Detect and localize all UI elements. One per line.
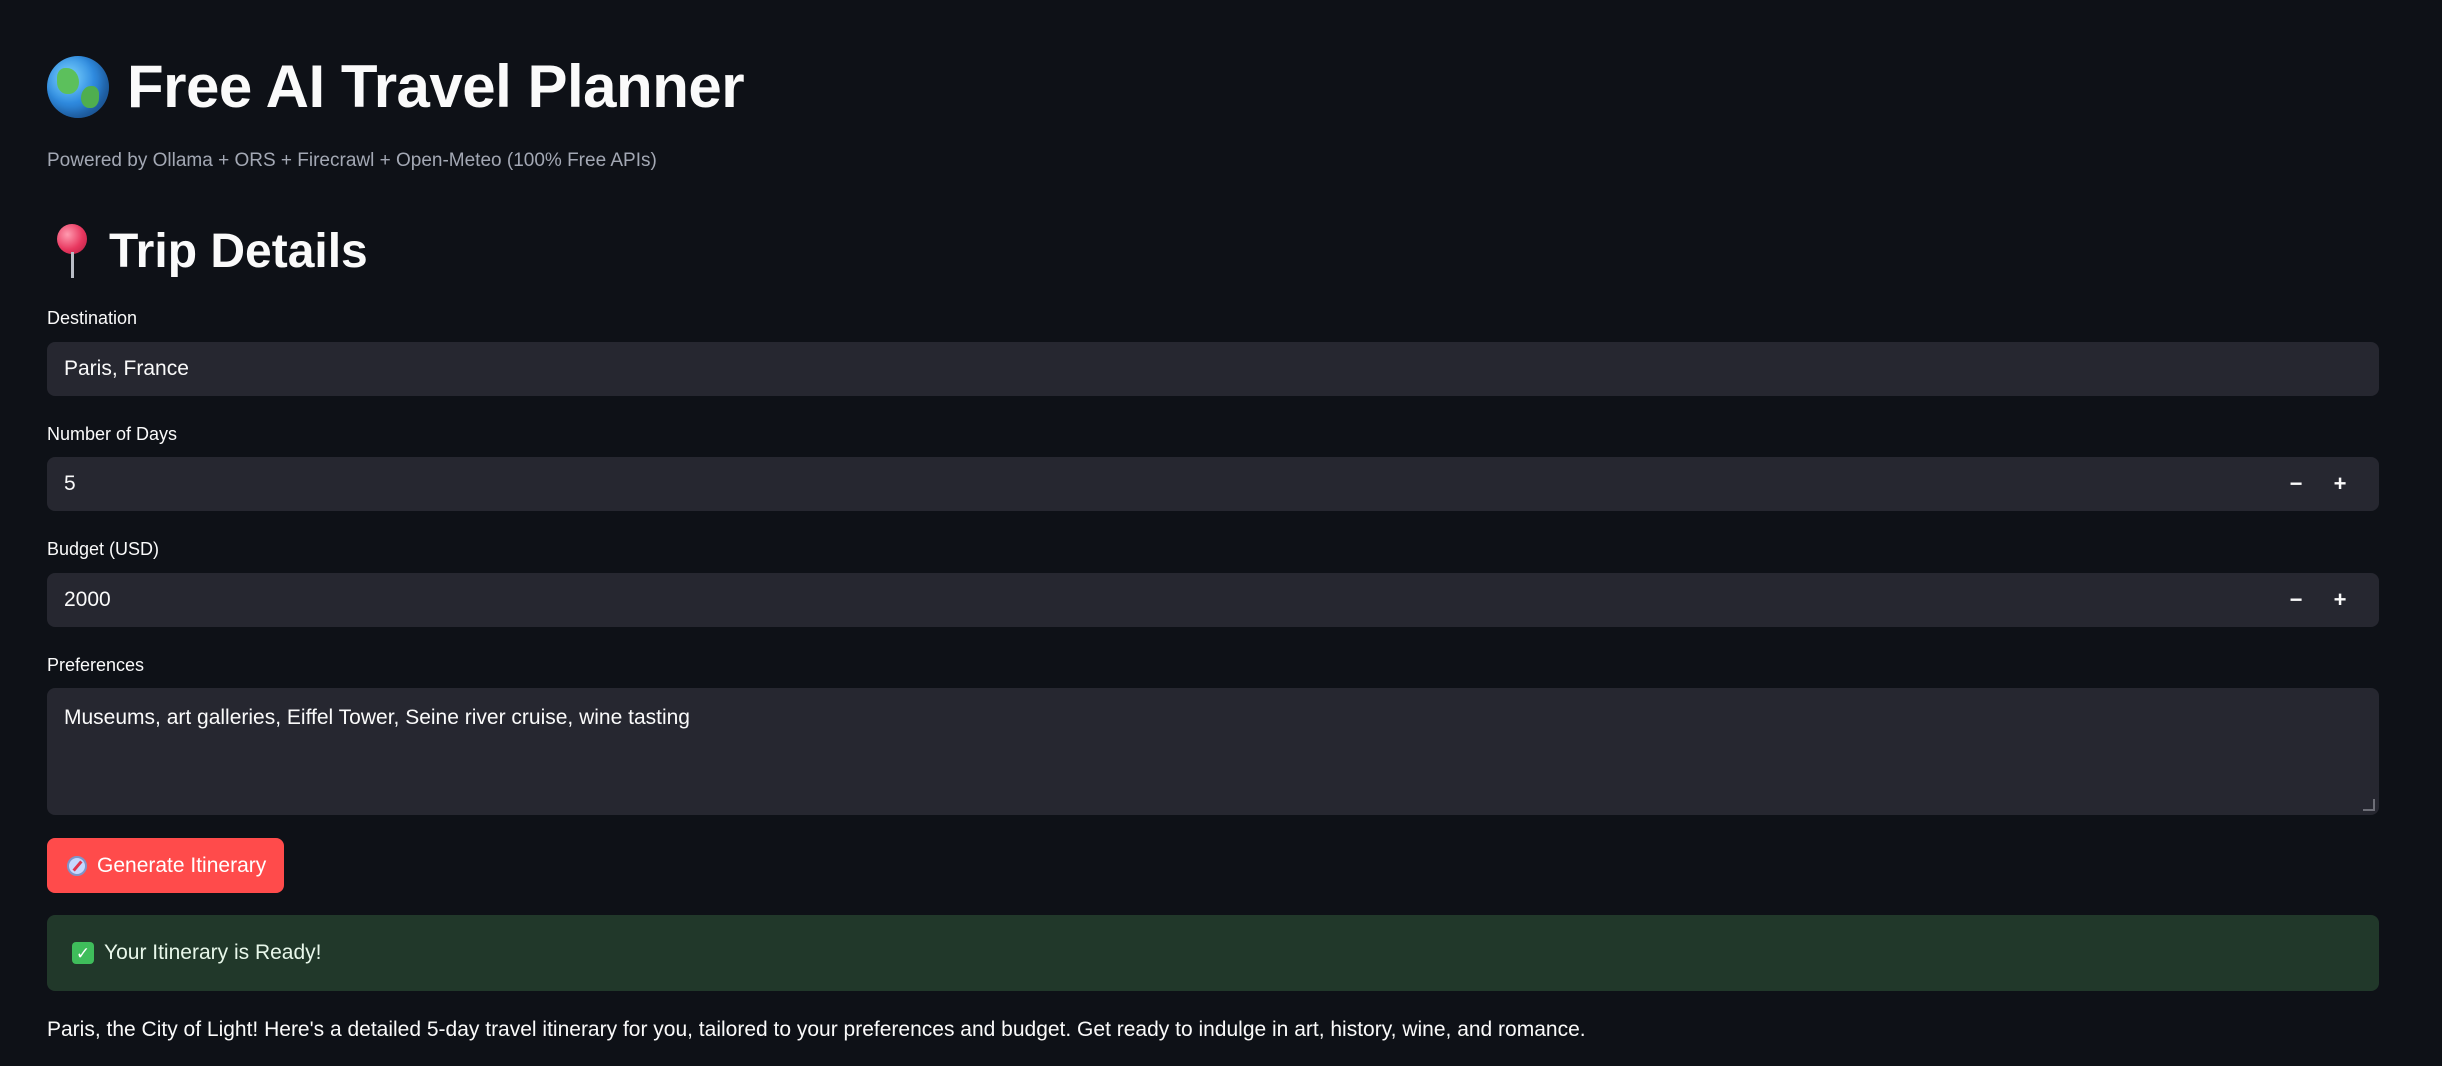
days-value: 5: [64, 472, 76, 495]
itinerary-intro: Paris, the City of Light! Here's a detai…: [47, 1018, 1586, 1041]
section-title: Trip Details: [109, 224, 368, 278]
budget-stepper: − +: [2274, 587, 2362, 613]
days-decrement-button[interactable]: −: [2274, 471, 2318, 497]
textarea-resize-handle[interactable]: [2363, 799, 2375, 811]
days-number-input[interactable]: 5 − +: [47, 457, 2379, 511]
compass-icon: [67, 855, 87, 876]
budget-number-input[interactable]: 2000 − +: [47, 573, 2379, 627]
title-row: Free AI Travel Planner: [47, 52, 745, 121]
page-subtitle: Powered by Ollama + ORS + Firecrawl + Op…: [47, 150, 657, 171]
preferences-label: Preferences: [47, 655, 145, 675]
days-stepper: − +: [2274, 471, 2362, 497]
budget-label: Budget (USD): [47, 539, 160, 559]
preferences-value: Museums, art galleries, Eiffel Tower, Se…: [64, 706, 690, 729]
page-title: Free AI Travel Planner: [127, 53, 745, 120]
budget-increment-button[interactable]: +: [2318, 587, 2362, 613]
destination-value: Paris, France: [64, 357, 189, 380]
pin-icon: [47, 222, 97, 280]
check-icon: ✓: [72, 942, 94, 964]
success-message: Your Itinerary is Ready!: [104, 941, 322, 964]
travel-planner-page: Free AI Travel Planner Powered by Ollama…: [0, 0, 2442, 1066]
destination-input[interactable]: Paris, France: [47, 342, 2379, 396]
budget-value: 2000: [64, 588, 111, 611]
days-label: Number of Days: [47, 424, 178, 444]
destination-label: Destination: [47, 308, 138, 328]
preferences-textarea[interactable]: Museums, art galleries, Eiffel Tower, Se…: [47, 688, 2379, 815]
generate-itinerary-button[interactable]: Generate Itinerary: [47, 838, 285, 893]
days-increment-button[interactable]: +: [2318, 471, 2362, 497]
budget-decrement-button[interactable]: −: [2274, 587, 2318, 613]
section-header: Trip Details: [47, 222, 368, 280]
globe-icon: [47, 55, 109, 118]
generate-button-label: Generate Itinerary: [97, 853, 267, 877]
success-alert: ✓ Your Itinerary is Ready!: [47, 915, 2379, 991]
